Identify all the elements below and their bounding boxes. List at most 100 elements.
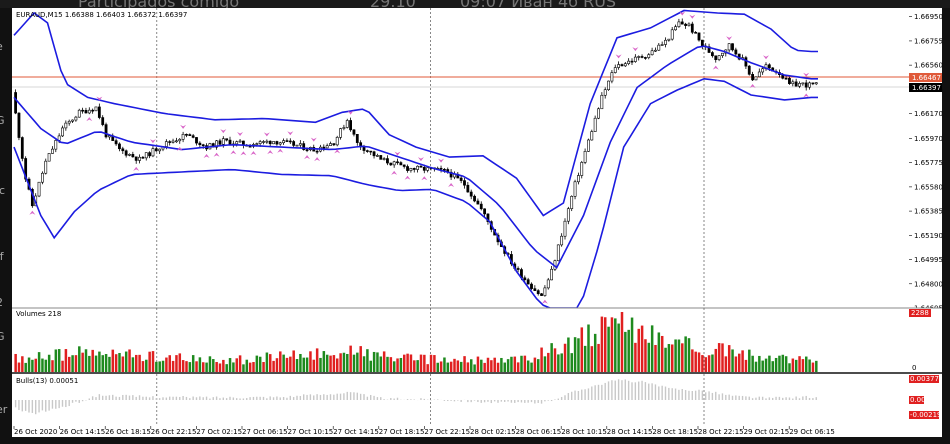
candle-body (218, 140, 222, 145)
volume-bar (805, 356, 808, 372)
candle-body (295, 144, 299, 147)
volume-bar (305, 357, 309, 372)
candle-body (288, 140, 292, 143)
time-tick-label: 27 Oct 22:15 (424, 428, 470, 436)
volume-bar (98, 351, 101, 372)
candle-body (71, 119, 74, 122)
candle-body (700, 39, 704, 47)
volume-bar (459, 361, 463, 372)
volume-bar (570, 353, 573, 372)
volume-bar (486, 357, 490, 372)
volume-bar (419, 354, 423, 372)
candle-body (623, 63, 627, 67)
candle-body (168, 141, 172, 143)
volume-bar (265, 352, 269, 372)
candle-body (667, 38, 671, 41)
volume-bar (537, 359, 540, 372)
volume-bar (721, 343, 724, 372)
candle-body (727, 43, 731, 51)
volume-bar (550, 343, 553, 372)
candle-body (201, 144, 205, 147)
volume-bar (195, 361, 198, 372)
candle-body (530, 283, 533, 289)
volume-bar (610, 317, 614, 372)
candle-body (64, 122, 68, 129)
volume-bar (392, 361, 396, 372)
volume-bar (543, 356, 547, 372)
candle-body (74, 116, 78, 121)
price-tick-label: 1.66755 (914, 37, 943, 45)
candle-body (576, 175, 580, 183)
volume-bar (158, 361, 161, 372)
candle-body (84, 110, 88, 114)
candle-body (268, 140, 272, 145)
candle-body (607, 80, 610, 91)
candle-body (419, 165, 423, 168)
volume-bar (332, 355, 336, 372)
volume-bar (627, 329, 630, 372)
candle-body (298, 143, 302, 146)
volume-bar (764, 358, 768, 372)
volume-bar (78, 346, 81, 372)
volume-bar (309, 351, 312, 372)
volume-bar (476, 356, 480, 372)
candle-body (198, 142, 202, 146)
volume-bar (282, 354, 285, 372)
volume-bar (449, 361, 453, 372)
volume-bar (727, 345, 731, 372)
volume-bar (667, 344, 671, 372)
time-tick-label: 27 Oct 18:15 (379, 428, 425, 436)
volume-bar (684, 336, 687, 372)
volume-bar (490, 360, 493, 372)
candle-body (473, 195, 476, 202)
bulls-top-value: 0.00377 (910, 375, 939, 383)
volume-bar (242, 364, 245, 372)
price-tick-label: 1.66560 (914, 62, 943, 70)
volume-bar (369, 360, 372, 372)
volume-bar (399, 357, 403, 372)
candle-body (442, 168, 446, 171)
volume-bar (778, 355, 781, 372)
candle-body (382, 158, 386, 160)
candle-body (526, 279, 530, 285)
time-tick-label: 28 Oct 02:15 (470, 428, 516, 436)
candle-body (439, 167, 443, 170)
candle-body (613, 67, 617, 73)
volume-bar (634, 342, 637, 372)
candle-body (412, 168, 416, 170)
volume-bar (382, 351, 386, 372)
candle-body (124, 150, 128, 156)
volume-bar (664, 347, 667, 372)
candle-body (791, 81, 795, 84)
volume-bar (738, 353, 741, 372)
volume-bar (423, 354, 426, 372)
volume-bar (155, 361, 158, 372)
volume-bar (674, 339, 677, 372)
candle-body (91, 109, 95, 112)
candle-body (47, 153, 51, 162)
candle-body (325, 145, 329, 149)
volume-bar (161, 360, 165, 372)
volume-bar (262, 362, 265, 372)
candle-body (563, 220, 567, 237)
price-tick-label: 1.66950 (914, 13, 943, 21)
volumes-axis (909, 308, 942, 372)
volume-bar (114, 354, 118, 372)
candle-body (583, 151, 587, 163)
volume-bar (647, 342, 651, 372)
price-tick-label: 1.64995 (914, 256, 943, 264)
volume-bar (547, 352, 550, 372)
candle-body (40, 172, 44, 183)
candle-body (195, 137, 198, 144)
trading-chart[interactable]: EURAUD,M15 1.66388 1.66403 1.66372 1.663… (0, 0, 950, 444)
volume-bar (269, 354, 272, 372)
candle-body (20, 137, 24, 159)
volume-bar (238, 355, 242, 372)
candle-body (262, 141, 265, 143)
volume-bar (128, 349, 131, 372)
volume-bar (403, 354, 406, 372)
candle-body (228, 139, 232, 145)
candle-body (292, 141, 296, 146)
volume-bar (366, 349, 369, 372)
volume-bar (329, 355, 332, 372)
